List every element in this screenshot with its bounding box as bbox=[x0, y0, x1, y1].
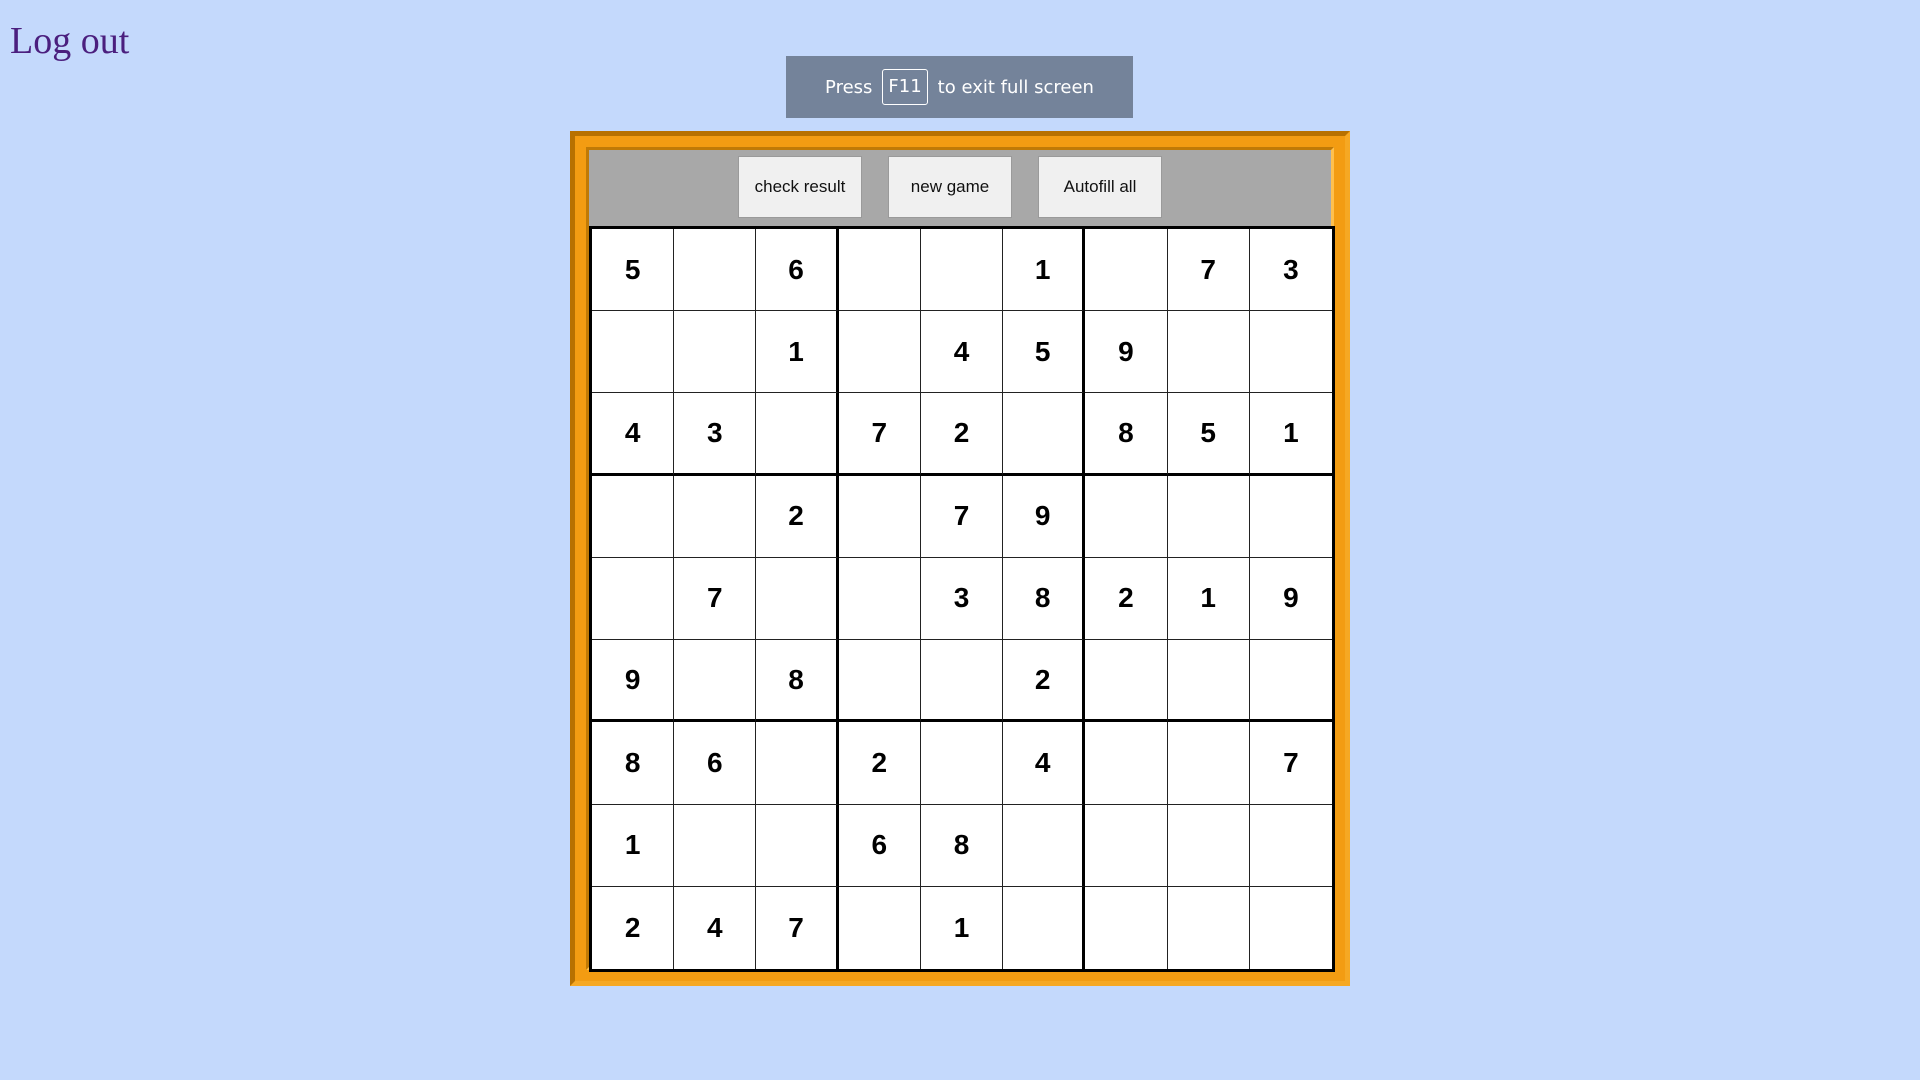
sudoku-cell-r9-c6[interactable] bbox=[1003, 886, 1086, 969]
sudoku-grid: 5617314594372851279738219982862471682471 bbox=[589, 226, 1335, 972]
sudoku-cell-r7-c2[interactable]: 6 bbox=[674, 722, 757, 805]
sudoku-cell-r6-c2[interactable] bbox=[674, 640, 757, 723]
new-game-button[interactable]: new game bbox=[888, 156, 1012, 218]
sudoku-cell-r8-c4[interactable]: 6 bbox=[838, 804, 921, 887]
sudoku-cell-r7-c1[interactable]: 8 bbox=[592, 722, 675, 805]
sudoku-cell-r4-c7[interactable] bbox=[1085, 475, 1168, 558]
sudoku-cell-r6-c4[interactable] bbox=[838, 640, 921, 723]
sudoku-cell-r8-c7[interactable] bbox=[1085, 804, 1168, 887]
sudoku-cell-r2-c4[interactable] bbox=[838, 311, 921, 394]
sudoku-cell-r4-c2[interactable] bbox=[674, 475, 757, 558]
sudoku-cell-r4-c6[interactable]: 9 bbox=[1003, 475, 1086, 558]
sudoku-cell-r8-c9[interactable] bbox=[1249, 804, 1332, 887]
sudoku-cell-r6-c9[interactable] bbox=[1249, 640, 1332, 723]
sudoku-cell-r7-c6[interactable]: 4 bbox=[1003, 722, 1086, 805]
sudoku-cell-r5-c6[interactable]: 8 bbox=[1003, 557, 1086, 641]
fullscreen-notice-after: to exit full screen bbox=[937, 76, 1094, 98]
sudoku-cell-r2-c8[interactable] bbox=[1167, 311, 1250, 394]
sudoku-cell-r6-c1[interactable]: 9 bbox=[592, 640, 675, 723]
sudoku-cell-r1-c8[interactable]: 7 bbox=[1167, 229, 1250, 312]
f11-key-label: F11 bbox=[882, 69, 928, 105]
sudoku-cell-r6-c3[interactable]: 8 bbox=[756, 640, 839, 723]
check-result-button[interactable]: check result bbox=[738, 156, 862, 218]
sudoku-cell-r8-c3[interactable] bbox=[756, 804, 839, 887]
sudoku-cell-r2-c5[interactable]: 4 bbox=[920, 311, 1004, 394]
sudoku-cell-r4-c1[interactable] bbox=[592, 475, 675, 558]
sudoku-cell-r1-c2[interactable] bbox=[674, 229, 757, 312]
sudoku-cell-r3-c6[interactable] bbox=[1003, 393, 1086, 476]
sudoku-cell-r4-c9[interactable] bbox=[1249, 475, 1332, 558]
sudoku-cell-r1-c7[interactable] bbox=[1085, 229, 1168, 312]
sudoku-cell-r2-c3[interactable]: 1 bbox=[756, 311, 839, 394]
sudoku-cell-r9-c2[interactable]: 4 bbox=[674, 886, 757, 969]
autofill-all-button[interactable]: Autofill all bbox=[1038, 156, 1162, 218]
sudoku-cell-r9-c4[interactable] bbox=[838, 886, 921, 969]
sudoku-cell-r7-c4[interactable]: 2 bbox=[838, 722, 921, 805]
sudoku-cell-r5-c4[interactable] bbox=[838, 557, 921, 641]
fullscreen-notice: Press F11 to exit full screen bbox=[786, 56, 1133, 118]
sudoku-cell-r7-c8[interactable] bbox=[1167, 722, 1250, 805]
sudoku-cell-r3-c9[interactable]: 1 bbox=[1249, 393, 1332, 476]
sudoku-cell-r9-c5[interactable]: 1 bbox=[920, 886, 1004, 969]
sudoku-cell-r2-c2[interactable] bbox=[674, 311, 757, 394]
sudoku-cell-r9-c7[interactable] bbox=[1085, 886, 1168, 969]
sudoku-cell-r3-c2[interactable]: 3 bbox=[674, 393, 757, 476]
sudoku-cell-r6-c8[interactable] bbox=[1167, 640, 1250, 723]
sudoku-cell-r1-c6[interactable]: 1 bbox=[1003, 229, 1086, 312]
sudoku-cell-r3-c5[interactable]: 2 bbox=[920, 393, 1004, 476]
sudoku-cell-r6-c5[interactable] bbox=[920, 640, 1004, 723]
sudoku-cell-r4-c4[interactable] bbox=[838, 475, 921, 558]
fullscreen-notice-before: Press bbox=[825, 76, 873, 98]
sudoku-cell-r4-c8[interactable] bbox=[1167, 475, 1250, 558]
sudoku-cell-r1-c3[interactable]: 6 bbox=[756, 229, 839, 312]
sudoku-cell-r2-c7[interactable]: 9 bbox=[1085, 311, 1168, 394]
logout-link[interactable]: Log out bbox=[10, 22, 129, 60]
sudoku-cell-r3-c4[interactable]: 7 bbox=[838, 393, 921, 476]
sudoku-cell-r1-c5[interactable] bbox=[920, 229, 1004, 312]
sudoku-cell-r2-c6[interactable]: 5 bbox=[1003, 311, 1086, 394]
sudoku-cell-r6-c7[interactable] bbox=[1085, 640, 1168, 723]
sudoku-cell-r5-c3[interactable] bbox=[756, 557, 839, 641]
sudoku-cell-r7-c7[interactable] bbox=[1085, 722, 1168, 805]
sudoku-cell-r5-c1[interactable] bbox=[592, 557, 675, 641]
sudoku-cell-r9-c8[interactable] bbox=[1167, 886, 1250, 969]
sudoku-cell-r2-c1[interactable] bbox=[592, 311, 675, 394]
sudoku-cell-r8-c5[interactable]: 8 bbox=[920, 804, 1004, 887]
sudoku-cell-r3-c1[interactable]: 4 bbox=[592, 393, 675, 476]
sudoku-cell-r5-c7[interactable]: 2 bbox=[1085, 557, 1168, 641]
sudoku-cell-r4-c5[interactable]: 7 bbox=[920, 475, 1004, 558]
sudoku-cell-r5-c8[interactable]: 1 bbox=[1167, 557, 1250, 641]
game-panel: check result new game Autofill all 56173… bbox=[586, 147, 1335, 972]
game-toolbar: check result new game Autofill all bbox=[589, 150, 1331, 226]
sudoku-cell-r3-c8[interactable]: 5 bbox=[1167, 393, 1250, 476]
sudoku-cell-r9-c3[interactable]: 7 bbox=[756, 886, 839, 969]
sudoku-cell-r8-c8[interactable] bbox=[1167, 804, 1250, 887]
sudoku-cell-r7-c5[interactable] bbox=[920, 722, 1004, 805]
sudoku-cell-r5-c2[interactable]: 7 bbox=[674, 557, 757, 641]
sudoku-cell-r1-c1[interactable]: 5 bbox=[592, 229, 675, 312]
sudoku-cell-r9-c1[interactable]: 2 bbox=[592, 886, 675, 969]
sudoku-cell-r7-c9[interactable]: 7 bbox=[1249, 722, 1332, 805]
sudoku-cell-r8-c1[interactable]: 1 bbox=[592, 804, 675, 887]
sudoku-cell-r8-c6[interactable] bbox=[1003, 804, 1086, 887]
sudoku-cell-r7-c3[interactable] bbox=[756, 722, 839, 805]
sudoku-cell-r3-c3[interactable] bbox=[756, 393, 839, 476]
sudoku-cell-r2-c9[interactable] bbox=[1249, 311, 1332, 394]
sudoku-cell-r3-c7[interactable]: 8 bbox=[1085, 393, 1168, 476]
sudoku-cell-r5-c5[interactable]: 3 bbox=[920, 557, 1004, 641]
sudoku-cell-r4-c3[interactable]: 2 bbox=[756, 475, 839, 558]
sudoku-cell-r1-c9[interactable]: 3 bbox=[1249, 229, 1332, 312]
game-frame: check result new game Autofill all 56173… bbox=[570, 131, 1350, 986]
sudoku-cell-r1-c4[interactable] bbox=[838, 229, 921, 312]
sudoku-cell-r9-c9[interactable] bbox=[1249, 886, 1332, 969]
sudoku-cell-r5-c9[interactable]: 9 bbox=[1249, 557, 1332, 641]
sudoku-cell-r8-c2[interactable] bbox=[674, 804, 757, 887]
sudoku-cell-r6-c6[interactable]: 2 bbox=[1003, 640, 1086, 723]
